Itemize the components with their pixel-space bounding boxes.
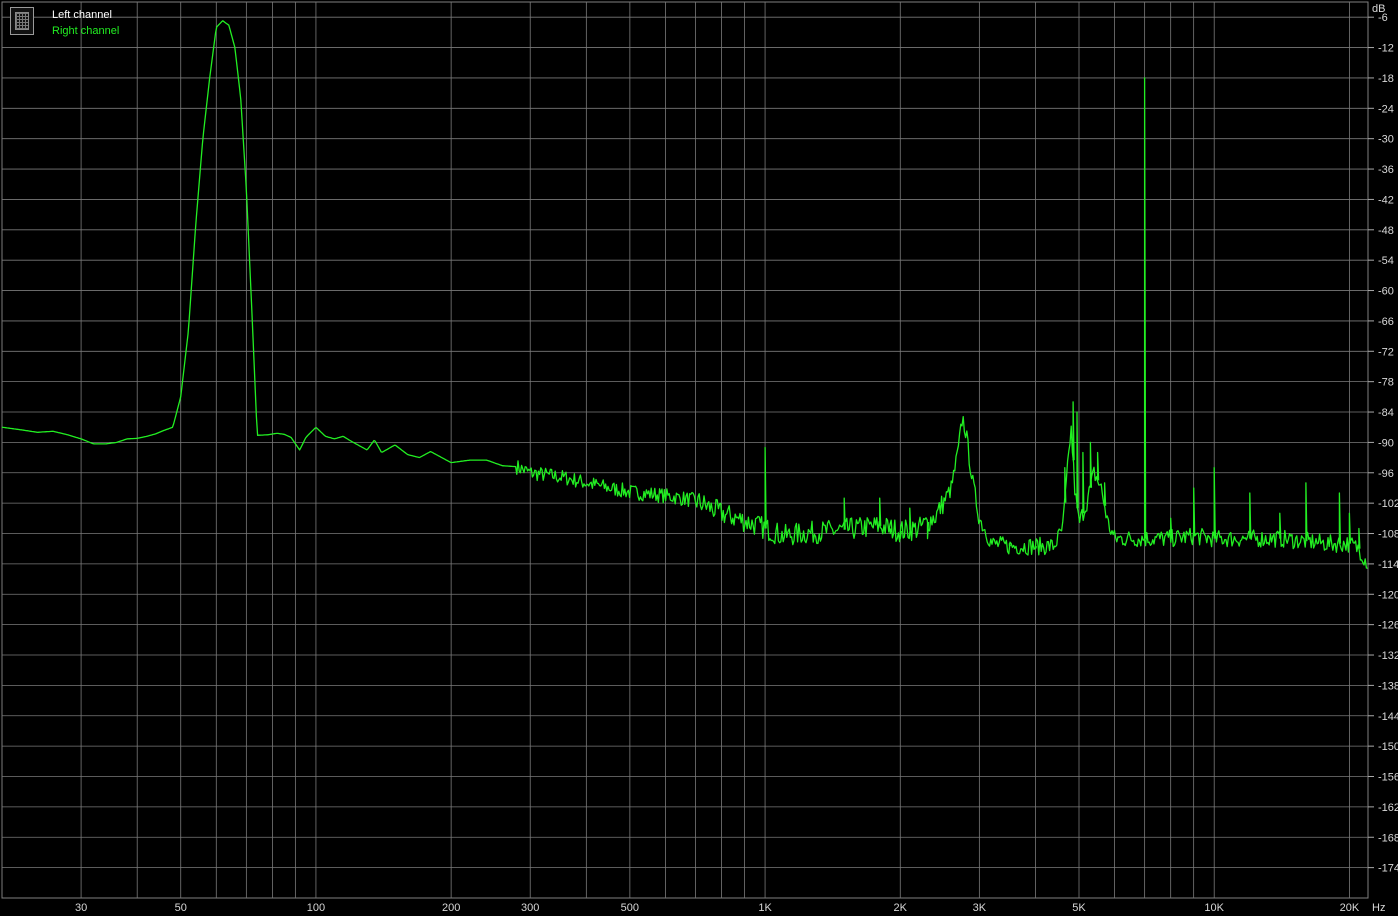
y-tick-label: -114 — [1378, 559, 1398, 571]
frequency-spectrum-chart: -6-12-18-24-30-36-42-48-54-60-66-72-78-8… — [1, 1, 1398, 914]
y-tick-label: -156 — [1378, 772, 1398, 784]
y-tick-label: -168 — [1378, 832, 1398, 844]
y-tick-label: -36 — [1378, 164, 1394, 176]
legend-entry-right-channel: Right channel — [52, 25, 120, 37]
y-tick-label: -126 — [1378, 620, 1398, 632]
y-tick-label: -54 — [1378, 255, 1394, 267]
y-tick-label: -120 — [1378, 589, 1398, 601]
y-unit-label: dB — [1372, 3, 1385, 15]
y-tick-label: -96 — [1378, 468, 1394, 480]
legend-toggle-icon[interactable] — [10, 7, 34, 35]
y-tick-label: -18 — [1378, 73, 1394, 85]
y-tick-label: -108 — [1378, 529, 1398, 541]
legend-entry-left-channel: Left channel — [52, 9, 112, 21]
y-tick-label: -132 — [1378, 650, 1398, 662]
y-tick-label: -84 — [1378, 407, 1394, 419]
y-tick-label: -138 — [1378, 680, 1398, 692]
y-tick-label: -30 — [1378, 134, 1394, 146]
y-tick-label: -78 — [1378, 377, 1394, 389]
x-tick-label: 200 — [442, 902, 460, 914]
spectrum-analyzer-window: -6 -12 -18 -24 -30 -36 -42 -48 -54 -60 -66 -72 -78 -8… — [0, 0, 1398, 916]
y-tick-label: -60 — [1378, 286, 1394, 298]
y-tick-label: -66 — [1378, 316, 1394, 328]
x-tick-label: 50 — [175, 902, 187, 914]
y-tick-label: -42 — [1378, 194, 1394, 206]
y-tick-label: -174 — [1378, 863, 1398, 875]
x-unit-label: Hz — [1372, 902, 1385, 914]
x-tick-label: 5K — [1072, 902, 1086, 914]
x-tick-label: 300 — [521, 902, 539, 914]
x-tick-label: 500 — [621, 902, 639, 914]
y-tick-label: -162 — [1378, 802, 1398, 814]
y-tick-label: -24 — [1378, 103, 1394, 115]
y-tick-label: -90 — [1378, 437, 1394, 449]
y-tick-label: -102 — [1378, 498, 1398, 510]
y-tick-label: -12 — [1378, 43, 1394, 55]
y-tick-label: -150 — [1378, 741, 1398, 753]
x-tick-label: 100 — [307, 902, 325, 914]
y-tick-label: -48 — [1378, 225, 1394, 237]
y-tick-label: -72 — [1378, 346, 1394, 358]
x-tick-label: 3K — [973, 902, 987, 914]
x-tick-label: 20K — [1340, 902, 1360, 914]
y-tick-label: -144 — [1378, 711, 1398, 723]
x-tick-label: 30 — [75, 902, 87, 914]
x-tick-label: 1K — [758, 902, 772, 914]
x-tick-label: 2K — [894, 902, 908, 914]
plot-area — [1, 1, 1369, 899]
x-tick-label: 10K — [1204, 902, 1224, 914]
